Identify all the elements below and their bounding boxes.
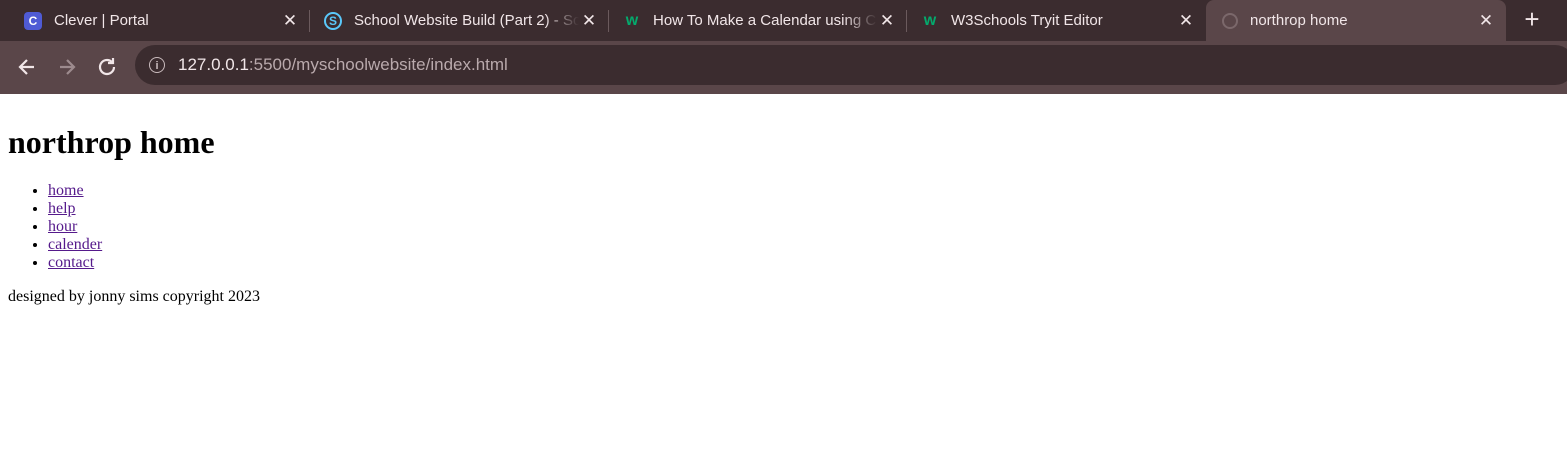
close-tab-icon[interactable]: ✕ <box>1176 11 1196 31</box>
forward-button[interactable] <box>52 52 82 82</box>
page-title: northrop home <box>8 124 215 160</box>
tab-title: School Website Build (Part 2) - Sc <box>354 12 579 29</box>
browser-toolbar: i 127.0.0.1:5500/myschoolwebsite/index.h… <box>0 41 1567 94</box>
new-tab-button[interactable]: + <box>1518 6 1546 34</box>
clever-icon: C <box>24 11 42 30</box>
tab-strip: C Clever | Portal ✕ S School Website Bui… <box>0 0 1567 41</box>
help-link[interactable]: help <box>48 200 76 217</box>
tab-title: northrop home <box>1250 12 1348 29</box>
url-text: 127.0.0.1:5500/myschoolwebsite/index.htm… <box>178 55 508 75</box>
tab-title: Clever | Portal <box>54 12 149 29</box>
tab-title: How To Make a Calendar using CSS <box>653 12 877 29</box>
url-path: :5500/myschoolwebsite/index.html <box>248 55 508 74</box>
reload-button[interactable] <box>92 52 122 82</box>
site-info-icon[interactable]: i <box>149 57 165 73</box>
tab-title: W3Schools Tryit Editor <box>951 12 1103 29</box>
close-tab-icon[interactable]: ✕ <box>579 11 599 31</box>
list-item: home <box>48 182 1559 200</box>
back-button[interactable] <box>12 52 42 82</box>
footer-text: designed by jonny sims copyright 2023 <box>8 288 260 305</box>
list-item: contact <box>48 254 1559 272</box>
back-arrow-icon <box>18 59 34 75</box>
home-link[interactable]: home <box>48 182 84 199</box>
address-bar[interactable]: i 127.0.0.1:5500/myschoolwebsite/index.h… <box>135 45 1567 85</box>
forward-arrow-icon <box>60 59 76 75</box>
tab-calendar[interactable]: w How To Make a Calendar using CSS ✕ <box>609 0 907 41</box>
hour-link[interactable]: hour <box>48 218 77 235</box>
close-tab-icon[interactable]: ✕ <box>877 11 897 31</box>
tab-tryit[interactable]: w W3Schools Tryit Editor ✕ <box>907 0 1206 41</box>
w3schools-icon: w <box>625 11 639 29</box>
list-item: help <box>48 200 1559 218</box>
reload-icon <box>98 58 116 76</box>
tab-schoology[interactable]: S School Website Build (Part 2) - Sc ✕ <box>310 0 609 41</box>
nav-list: home help hour calender contact <box>8 182 1559 272</box>
page-content: northrop home home help hour calender co… <box>0 94 1567 330</box>
close-tab-icon[interactable]: ✕ <box>280 11 300 31</box>
calender-link[interactable]: calender <box>48 236 102 253</box>
w3schools-icon: w <box>923 11 937 29</box>
close-tab-icon[interactable]: ✕ <box>1476 11 1496 31</box>
list-item: hour <box>48 218 1559 236</box>
tab-clever[interactable]: C Clever | Portal ✕ <box>0 0 310 41</box>
browser-chrome: C Clever | Portal ✕ S School Website Bui… <box>0 0 1567 94</box>
contact-link[interactable]: contact <box>48 254 94 271</box>
url-host: 127.0.0.1 <box>178 55 249 74</box>
globe-icon <box>1222 12 1238 29</box>
tab-northrop-home[interactable]: northrop home ✕ <box>1206 0 1506 41</box>
list-item: calender <box>48 236 1559 254</box>
schoology-icon: S <box>324 11 342 30</box>
